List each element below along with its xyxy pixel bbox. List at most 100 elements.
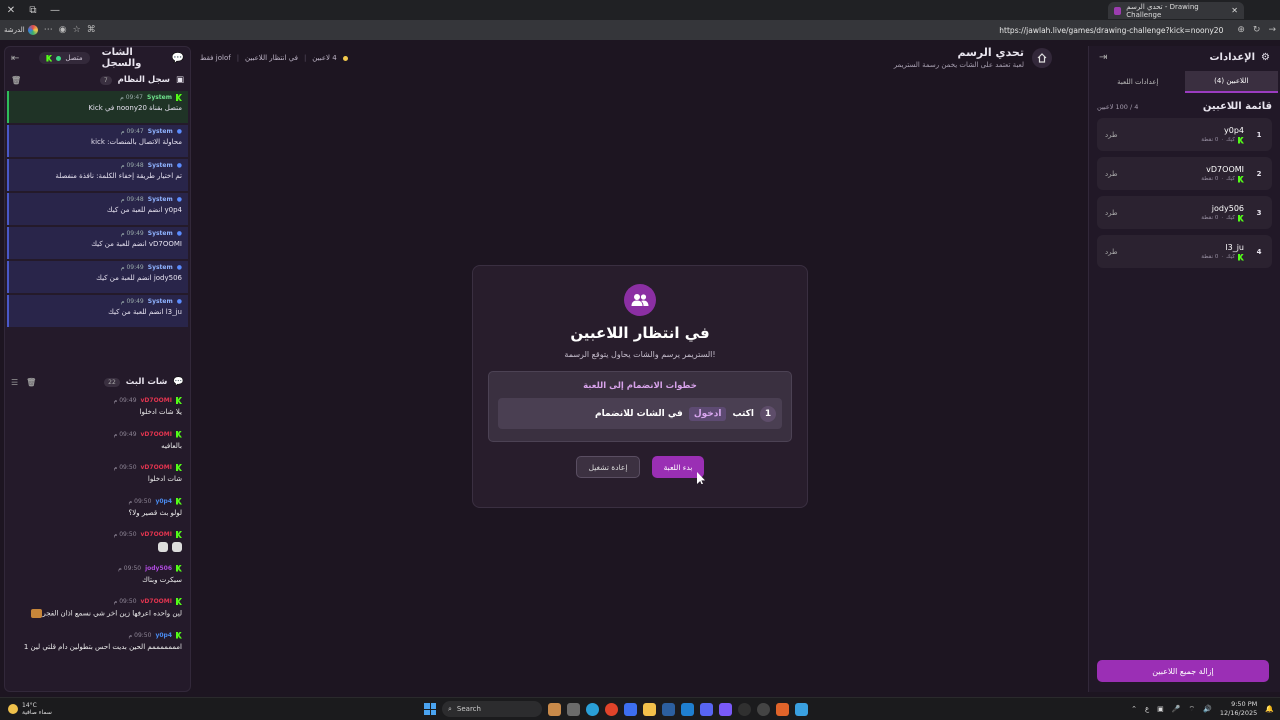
teams-icon[interactable] [719, 702, 732, 716]
tab-title: تحدي الرسم - Drawing Challenge [1126, 2, 1199, 19]
chat-log-panel: ⇤ متصل الشات والسجل 💬 🗑 7 سجل النظام ▣ S… [4, 46, 191, 692]
kick-player-button[interactable]: طرد [1105, 170, 1118, 178]
join-step: 1 اكتب ادخول في الشات للانضمام [498, 398, 782, 429]
tab-game-settings[interactable]: إعدادات اللعبة [1091, 71, 1185, 93]
home-button[interactable] [1032, 47, 1052, 68]
panel-toggle-icon[interactable]: ⇤ [11, 53, 19, 64]
clock[interactable]: 9:50 PM 12/16/2025 [1220, 700, 1257, 718]
app-a-icon[interactable] [776, 702, 789, 716]
game-title-block: تحدي الرسم لعبة تعتمد على الشات يخمن رسم… [894, 46, 1052, 69]
file-explorer-icon[interactable] [643, 702, 656, 716]
weather-widget[interactable]: 14°C سماء صافية [0, 702, 52, 716]
minimize-icon[interactable]: — [44, 0, 66, 20]
kick-icon [176, 531, 182, 538]
info-icon: ● [176, 230, 182, 237]
connection-label: متصل [65, 54, 83, 62]
player-card: 3 jody506 كيك · 0 نقطة طرد [1097, 196, 1272, 229]
bookmark-icon[interactable]: ☆ [73, 25, 81, 35]
tab-close-icon[interactable]: ✕ [1231, 6, 1238, 15]
mic-icon[interactable]: 🎤 [1172, 705, 1181, 713]
site-info-icon[interactable]: ⊕ [1237, 25, 1245, 35]
system-log-count: 7 [99, 75, 112, 85]
step-number: 1 [760, 405, 776, 422]
live-chat-count: 22 [104, 377, 120, 387]
player-name: l3_ju [1225, 242, 1244, 252]
task-view-icon[interactable] [567, 702, 580, 716]
game-status-bar: 4 لاعبين | في انتظار اللاعبين | jolof فق… [200, 54, 348, 62]
app-tray-icon[interactable]: ▣ [1157, 705, 1164, 713]
start-game-button[interactable]: بدء اللعبة [652, 456, 704, 478]
chat-text: يلا شات ادخلوا [139, 408, 182, 416]
log-item: ● System 09:47 م محاولة الاتصال بالمنصات: … [7, 125, 188, 157]
live-chat-header: ☰ 🗑 22 شات البث 💬 [5, 371, 190, 393]
store-icon[interactable] [662, 702, 675, 716]
player-rank: 3 [1256, 208, 1262, 217]
chat-time: 09:50 م [113, 464, 137, 471]
browser-tab[interactable]: تحدي الرسم - Drawing Challenge ✕ [1108, 2, 1244, 19]
search-label: Search [456, 705, 481, 713]
mail-icon[interactable] [681, 702, 694, 716]
chat-author: vD7OOMI [140, 531, 172, 538]
edge-icon[interactable] [586, 702, 599, 716]
network-icon[interactable]: ⌔ [1189, 705, 1196, 714]
windows-start-icon[interactable] [424, 703, 436, 715]
app-check-icon[interactable] [795, 702, 808, 716]
chrome-icon[interactable] [757, 702, 770, 716]
emote-icon [31, 609, 43, 618]
log-time: 09:49 م [120, 230, 144, 237]
reload-icon[interactable]: ↻ [1253, 25, 1261, 35]
player-points: 0 نقطة [1201, 254, 1219, 260]
chat-time: 09:50 م [113, 598, 137, 605]
kick-player-button[interactable]: طرد [1105, 131, 1118, 139]
store-logo-icon [27, 25, 38, 35]
chat-log-title: الشات والسجل [101, 47, 142, 69]
url-field[interactable]: https://jawlah.live/games/drawing-challe… [999, 26, 1223, 35]
widget-app-icon[interactable] [548, 702, 561, 716]
lang-indicator[interactable]: ع [1145, 705, 1149, 713]
extension-icon[interactable]: ◉ [59, 25, 67, 35]
trash-icon[interactable]: 🗑 [26, 378, 36, 387]
trash-icon[interactable]: 🗑 [11, 76, 21, 85]
panel-collapse-icon[interactable]: ⇥ [1099, 52, 1107, 63]
forward-icon[interactable]: → [1268, 25, 1276, 35]
player-points: 0 نقطة [1201, 137, 1219, 143]
store-badge[interactable]: الدرشة [4, 25, 38, 35]
notification-icon[interactable]: 🔔 [1265, 705, 1274, 713]
reset-button[interactable]: إعادة تشغيل [576, 456, 640, 478]
chat-message: y0p4 09:50 م امممممممم الحين بديت احس بتط… [5, 628, 190, 662]
log-text: y0p4 انضم للعبة من كيك [106, 206, 182, 214]
close-icon[interactable]: ✕ [0, 0, 22, 20]
more-icon[interactable]: ⋯ [44, 25, 53, 35]
kick-icon [1238, 175, 1244, 183]
log-author: System [147, 162, 173, 169]
kick-icon [1238, 253, 1244, 261]
players-count: 4 لاعبين [312, 54, 337, 62]
obs-icon[interactable] [738, 702, 751, 716]
chat-time: 09:50 م [113, 531, 137, 538]
chevron-up-icon[interactable]: ⌃ [1131, 705, 1137, 713]
log-time: 09:48 م [120, 162, 144, 169]
chat-message: vD7OOMI 09:50 م شات ادخلوا [5, 460, 190, 494]
discord-icon[interactable] [700, 702, 713, 716]
info-icon: ● [176, 196, 182, 203]
player-rank: 4 [1256, 247, 1262, 256]
chat-time: 09:49 م [113, 397, 137, 404]
kick-player-button[interactable]: طرد [1105, 248, 1118, 256]
kick-player-button[interactable]: طرد [1105, 209, 1118, 217]
tab-players[interactable]: اللاعبين (4) [1184, 71, 1278, 93]
game-subtitle: لعبة تعتمد على الشات يخمن رسمة الستريمر [893, 61, 1024, 69]
restore-icon[interactable]: ⧉ [22, 0, 44, 20]
gear-icon: ⚙ [1261, 51, 1270, 63]
chat-message: vD7OOMI 09:49 م بالعافيه [5, 427, 190, 461]
player-platform: كيك [1226, 137, 1235, 143]
list-icon[interactable]: ☰ [11, 378, 18, 387]
translate-icon[interactable]: ⌘ [87, 25, 96, 35]
clock-time: 9:50 PM [1231, 700, 1258, 708]
log-time: 09:49 م [120, 264, 144, 271]
online-dot [56, 55, 62, 61]
volume-icon[interactable]: 🔊 [1203, 705, 1212, 713]
opera-icon[interactable] [605, 702, 618, 716]
copilot-icon[interactable] [624, 702, 637, 716]
remove-all-players-button[interactable]: إزالة جميع اللاعبين [1097, 660, 1269, 682]
taskbar-search[interactable]: ⌕ Search [442, 701, 542, 717]
